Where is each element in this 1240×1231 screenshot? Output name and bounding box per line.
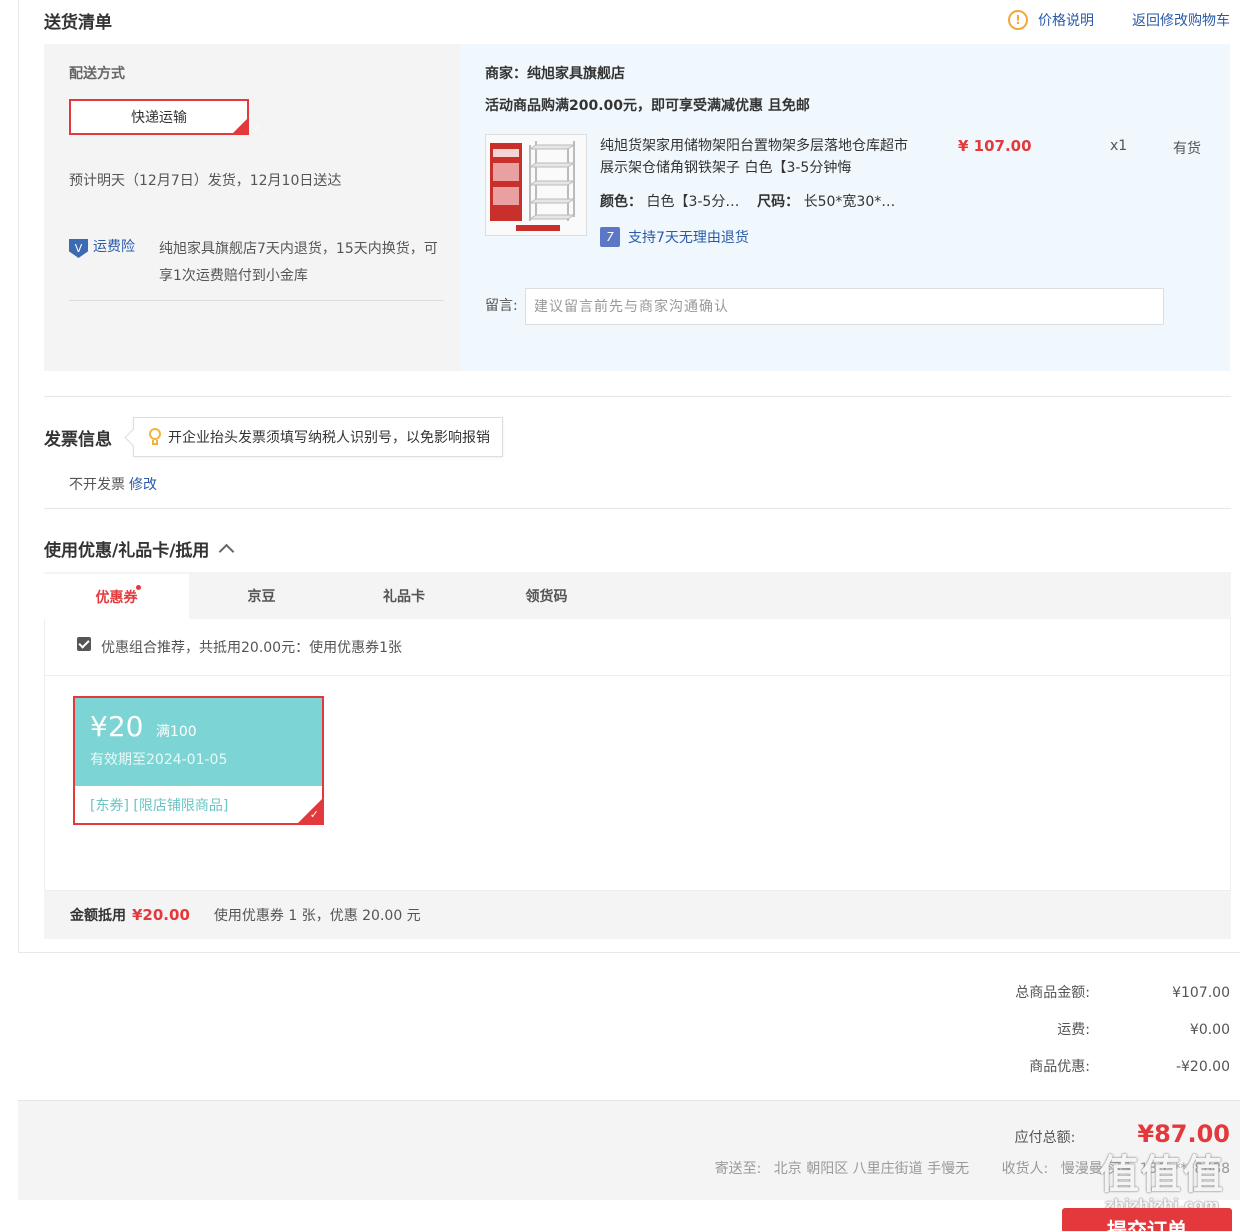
product-price: ¥ 107.00 bbox=[958, 137, 1032, 155]
size-label: 尺码： bbox=[757, 194, 800, 210]
totals: 总商品金额: ¥107.00 运费: ¥0.00 商品优惠: -¥20.00 bbox=[930, 982, 1230, 1093]
total-row: 运费: ¥0.00 bbox=[930, 1019, 1230, 1056]
insurance-row: V 运费险 纯旭家具旗舰店7天内退货，15天内换货，可享1次运费赔付到小金库 bbox=[69, 236, 444, 301]
shipping-method-panel: 配送方式 快递运输 预计明天（12月7日）发货，12月10日送达 V 运费险 纯… bbox=[44, 44, 460, 371]
delivery-title: 送货清单 bbox=[44, 13, 112, 33]
invoice-tip-text: 开企业抬头发票须填写纳税人识别号，以免影响报销 bbox=[168, 430, 490, 446]
invoice-edit-link[interactable]: 修改 bbox=[129, 477, 157, 493]
message-input[interactable] bbox=[525, 288, 1164, 325]
price-note-text[interactable]: 价格说明 bbox=[1038, 10, 1094, 30]
product-attributes: 颜色： 白色【3-5分… 尺码： 长50*宽30*… bbox=[600, 191, 895, 211]
product-image[interactable] bbox=[485, 134, 587, 236]
color-value: 白色【3-5分… bbox=[646, 194, 740, 210]
divider bbox=[44, 508, 1231, 509]
discount-summary: 金额抵用 ¥20.00 使用优惠券 1 张，优惠 20.00 元 bbox=[44, 891, 1231, 939]
divider bbox=[44, 396, 1231, 397]
size-value: 长50*宽30*… bbox=[803, 194, 896, 210]
price-note-link[interactable]: ! 价格说明 bbox=[1008, 10, 1094, 30]
coupon-panel: 优惠组合推荐，共抵用20.00元：使用优惠券1张 ¥20 满100 有效期至20… bbox=[44, 619, 1231, 891]
ship-to-label: 寄送至: bbox=[714, 1161, 762, 1177]
coupon-amount: 20 bbox=[107, 710, 144, 743]
coupon-tabs: 优惠券 京豆 礼品卡 领货码 bbox=[44, 572, 1231, 619]
shipping-eta: 预计明天（12月7日）发货，12月10日送达 bbox=[69, 173, 342, 189]
invoice-status: 不开发票 修改 bbox=[69, 474, 157, 494]
tab-gift-card[interactable]: 礼品卡 bbox=[334, 572, 474, 619]
coupon-condition: 满100 bbox=[155, 724, 197, 740]
tab-jingdou-label: 京豆 bbox=[247, 588, 276, 605]
promo-text: 活动商品购满200.00元，即可享受满减优惠 且免邮 bbox=[485, 98, 810, 114]
notification-dot bbox=[136, 585, 141, 590]
tab-coupons[interactable]: 优惠券 bbox=[44, 572, 189, 619]
total-value: ¥107.00 bbox=[1172, 985, 1230, 1001]
submit-order-label: 提交订单 bbox=[1107, 1218, 1187, 1231]
watermark-brand: 值值值 bbox=[1099, 1151, 1225, 1198]
payment-bar: 应付总额: ¥87.00 寄送至: 北京 朝阳区 八里庄街道 手慢无 收货人: … bbox=[18, 1100, 1240, 1200]
discount-label: 金额抵用 bbox=[70, 908, 126, 924]
ship-to-address: 北京 朝阳区 八里庄街道 手慢无 bbox=[773, 1161, 970, 1177]
product-name[interactable]: 纯旭货架家用储物架阳台置物架多层落地仓库超市展示架仓储角钢铁架子 白色【3-5分… bbox=[600, 135, 910, 179]
check-icon: ✓ bbox=[309, 808, 319, 821]
invoice-status-text: 不开发票 bbox=[69, 477, 125, 493]
total-value: -¥20.00 bbox=[1175, 1059, 1230, 1075]
message-label: 留言: bbox=[485, 298, 518, 314]
invoice-title: 发票信息 bbox=[44, 430, 112, 450]
coupon-card-top: ¥20 满100 有效期至2024-01-05 bbox=[75, 698, 322, 786]
tab-redeem-code-label: 领货码 bbox=[525, 588, 568, 605]
chevron-up-icon bbox=[219, 543, 235, 560]
insurance-text: 纯旭家具旗舰店7天内退货，15天内换货，可享1次运费赔付到小金库 bbox=[159, 241, 438, 284]
total-row: 商品优惠: -¥20.00 bbox=[930, 1056, 1230, 1093]
tab-jingdou[interactable]: 京豆 bbox=[189, 572, 334, 619]
info-icon: ! bbox=[1008, 10, 1028, 30]
amount-due: 应付总额: ¥87.00 bbox=[1015, 1120, 1230, 1148]
total-value: ¥0.00 bbox=[1189, 1022, 1230, 1038]
tab-coupons-label: 优惠券 bbox=[95, 589, 138, 606]
merchant-panel: 商家：纯旭家具旗舰店 活动商品购满200.00元，即可享受满减优惠 且免邮 纯旭… bbox=[460, 44, 1230, 371]
coupon-section-toggle[interactable]: 使用优惠/礼品卡/抵用 bbox=[44, 536, 235, 561]
coupon-amount-row: ¥20 满100 bbox=[90, 710, 322, 743]
coupon-tags: [东券] [限店铺限商品] bbox=[90, 798, 229, 814]
shipping-option-label: 快递运输 bbox=[131, 110, 187, 126]
return-policy: 7 支持7天无理由退货 bbox=[600, 227, 749, 247]
combo-checkbox[interactable] bbox=[77, 637, 91, 651]
product-stock: 有货 bbox=[1173, 141, 1201, 157]
color-label: 颜色： bbox=[600, 194, 642, 210]
total-label: 商品优惠: bbox=[1029, 1059, 1090, 1075]
lightbulb-icon bbox=[148, 428, 162, 446]
tab-redeem-code[interactable]: 领货码 bbox=[474, 572, 619, 619]
seven-day-return-icon: 7 bbox=[600, 227, 620, 247]
insurance-link[interactable]: V 运费险 bbox=[69, 236, 159, 290]
amount-due-value: ¥87.00 bbox=[1137, 1120, 1230, 1148]
coupon-currency: ¥ bbox=[90, 710, 108, 743]
total-label: 运费: bbox=[1057, 1022, 1090, 1038]
shipping-method-label: 配送方式 bbox=[69, 66, 125, 82]
amount-due-label: 应付总额: bbox=[1014, 1130, 1076, 1146]
top-links: ! 价格说明 返回修改购物车 bbox=[1008, 10, 1230, 30]
combo-recommend-row: 优惠组合推荐，共抵用20.00元：使用优惠券1张 bbox=[45, 619, 1230, 676]
tab-gift-card-label: 礼品卡 bbox=[383, 588, 425, 605]
invoice-tip: 开企业抬头发票须填写纳税人识别号，以免影响报销 bbox=[133, 417, 503, 457]
product-qty: x1 bbox=[1110, 138, 1128, 154]
receiver-label: 收货人: bbox=[1001, 1161, 1049, 1177]
merchant-name: 商家：纯旭家具旗舰店 bbox=[485, 66, 625, 82]
insurance-label: 运费险 bbox=[93, 239, 135, 255]
coupon-expiry: 有效期至2024-01-05 bbox=[90, 752, 228, 768]
selected-check-icon bbox=[233, 119, 261, 134]
total-label: 总商品金额: bbox=[1015, 985, 1090, 1001]
discount-amount: ¥20.00 bbox=[132, 906, 190, 924]
coupon-section-title: 使用优惠/礼品卡/抵用 bbox=[44, 541, 210, 561]
discount-text: 使用优惠券 1 张，优惠 20.00 元 bbox=[213, 908, 421, 924]
back-to-cart-link[interactable]: 返回修改购物车 bbox=[1132, 10, 1230, 30]
shield-icon: V bbox=[69, 239, 88, 258]
combo-text: 优惠组合推荐，共抵用20.00元：使用优惠券1张 bbox=[101, 640, 402, 656]
return-policy-text: 支持7天无理由退货 bbox=[628, 230, 749, 246]
submit-order-button[interactable]: 提交订单 bbox=[1062, 1208, 1232, 1231]
shelf-image-icon bbox=[486, 135, 586, 235]
shipping-option-express[interactable]: 快递运输 bbox=[69, 99, 261, 135]
total-row: 总商品金额: ¥107.00 bbox=[930, 982, 1230, 1019]
coupon-card[interactable]: ¥20 满100 有效期至2024-01-05 [东券] [限店铺限商品] ✓ bbox=[73, 696, 324, 825]
